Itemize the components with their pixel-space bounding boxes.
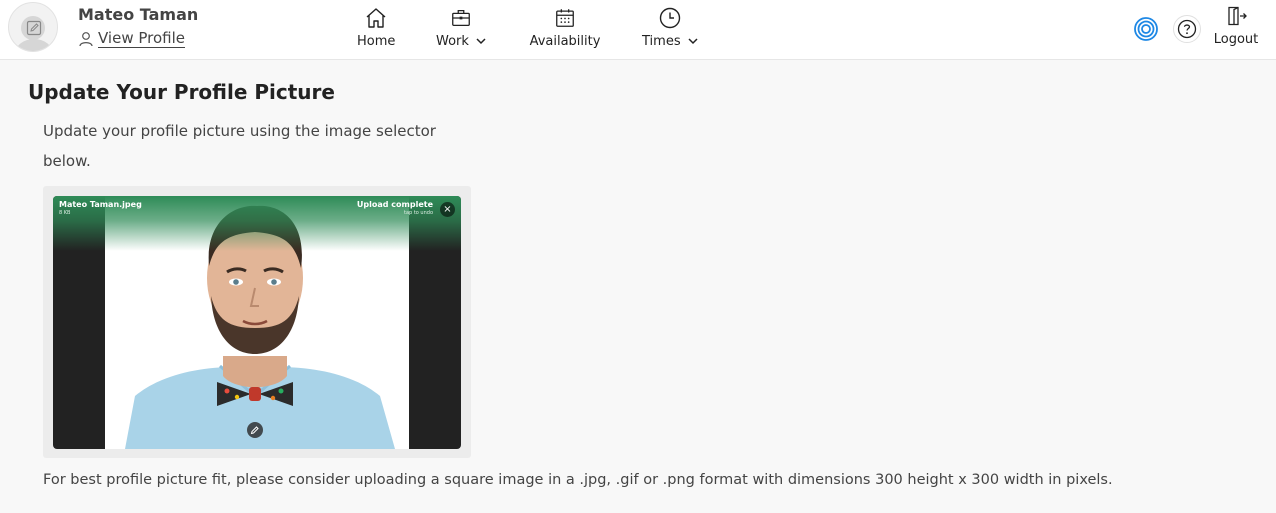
nav-availability-label: Availability — [529, 34, 601, 49]
avatar[interactable] — [8, 2, 58, 52]
logout-label: Logout — [1213, 32, 1259, 47]
remove-file-button[interactable]: × — [440, 202, 455, 217]
file-name: Mateo Taman.jpeg — [59, 200, 142, 209]
briefcase-icon — [452, 10, 470, 26]
edit-avatar-icon — [26, 20, 42, 36]
help-button[interactable] — [1173, 15, 1201, 43]
logout-button[interactable]: Logout — [1210, 5, 1262, 47]
nav-home[interactable]: Home — [357, 5, 395, 55]
calendar-icon — [556, 9, 574, 27]
chevron-down-icon — [688, 38, 698, 45]
upload-guidelines: For best profile picture fit, please con… — [43, 472, 1113, 488]
help-icon — [1177, 19, 1197, 39]
upload-status: Upload complete — [356, 200, 433, 209]
page-title: Update Your Profile Picture — [28, 80, 335, 104]
uploaded-image-preview: Mateo Taman.jpeg 8 KB Upload complete ta… — [53, 196, 461, 449]
top-navigation-bar: Mateo Taman View Profile Home Work Avail… — [0, 0, 1276, 60]
file-size: 8 KB — [59, 210, 71, 216]
nav-work-label: Work — [436, 34, 469, 49]
chevron-down-icon — [476, 38, 486, 45]
nav-home-label: Home — [357, 34, 396, 49]
user-name: Mateo Taman — [78, 5, 199, 24]
logout-icon — [1228, 6, 1247, 26]
user-icon — [79, 31, 93, 46]
edit-image-button[interactable] — [247, 422, 263, 438]
status-ring-button[interactable] — [1132, 15, 1160, 43]
view-profile-link[interactable]: View Profile — [78, 29, 186, 48]
view-profile-label: View Profile — [98, 29, 186, 48]
image-selector[interactable]: Mateo Taman.jpeg 8 KB Upload complete ta… — [43, 186, 471, 458]
page-description: Update your profile picture using the im… — [43, 122, 436, 170]
pencil-icon — [250, 426, 259, 435]
target-rings-icon — [1134, 17, 1158, 41]
nav-work[interactable]: Work — [436, 5, 486, 55]
undo-hint: tap to undo — [404, 210, 433, 216]
nav-times[interactable]: Times — [642, 5, 698, 55]
home-icon — [366, 8, 386, 28]
clock-icon — [659, 7, 680, 29]
nav-times-label: Times — [642, 34, 681, 49]
nav-availability[interactable]: Availability — [529, 5, 601, 55]
close-icon: × — [443, 204, 452, 215]
